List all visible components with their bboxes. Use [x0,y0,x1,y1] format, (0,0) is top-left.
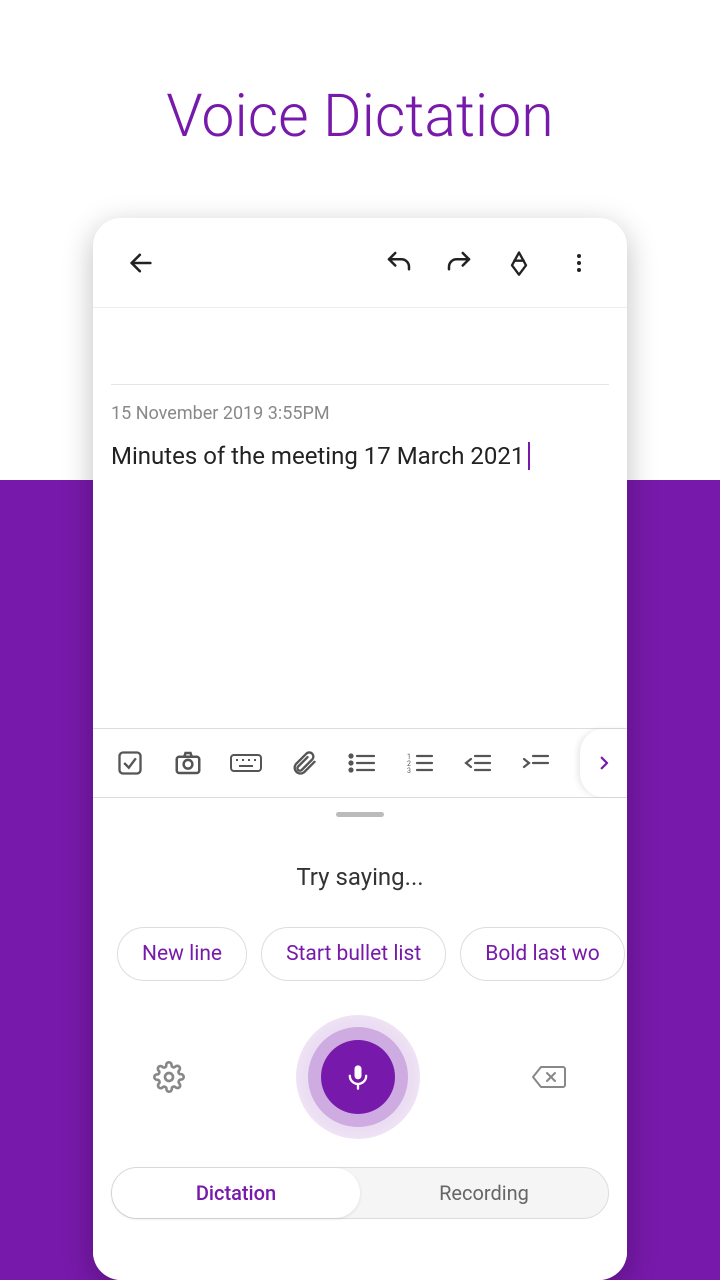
numbered-list-tool[interactable]: 123 [391,738,449,788]
pen-icon [505,249,533,277]
indent-icon [521,751,551,775]
chevron-right-icon [595,754,613,772]
dictation-controls [93,1015,627,1139]
more-vertical-icon [567,251,591,275]
redo-button[interactable] [435,239,483,287]
svg-text:3: 3 [407,767,411,775]
drag-handle[interactable] [336,812,384,817]
more-button[interactable] [555,239,603,287]
try-saying-label: Try saying... [93,863,627,891]
bullet-list-tool[interactable] [333,738,391,788]
text-cursor [528,442,530,470]
chip-new-line[interactable]: New line [117,927,247,981]
camera-icon [173,748,203,778]
pen-button[interactable] [495,239,543,287]
dictation-panel: Try saying... New line Start bullet list… [93,798,627,1280]
tab-dictation[interactable]: Dictation [112,1168,360,1218]
note-text-content: Minutes of the meeting 17 March 2021 [111,442,524,470]
indent-tool[interactable] [507,738,565,788]
arrow-left-icon [127,249,155,277]
format-toolbar: 123 [93,728,627,798]
chip-start-bullet[interactable]: Start bullet list [261,927,446,981]
camera-tool[interactable] [159,738,217,788]
chip-bold-last[interactable]: Bold last wo [460,927,624,981]
backspace-icon [531,1063,567,1091]
bullet-list-icon [347,751,377,775]
microphone-icon [344,1063,372,1091]
keyboard-tool[interactable] [217,738,275,788]
redo-icon [444,248,474,278]
outdent-tool[interactable] [449,738,507,788]
undo-button[interactable] [375,239,423,287]
backspace-button[interactable] [531,1063,567,1091]
paperclip-icon [290,749,318,777]
page-title: Voice Dictation [0,0,720,151]
note-body[interactable]: Minutes of the meeting 17 March 2021 [93,424,627,470]
suggestion-chips: New line Start bullet list Bold last wo [93,927,627,981]
phone-mockup: 15 November 2019 3:55PM Minutes of the m… [93,218,627,1280]
keyboard-icon [229,751,263,775]
mode-tabs: Dictation Recording [111,1167,609,1219]
numbered-list-icon: 123 [405,751,435,775]
checkbox-icon [116,749,144,777]
tab-recording[interactable]: Recording [360,1168,608,1218]
note-timestamp: 15 November 2019 3:55PM [111,384,609,424]
settings-button[interactable] [153,1061,185,1093]
outdent-icon [463,751,493,775]
toolbar-expand[interactable] [579,729,627,797]
back-button[interactable] [117,239,165,287]
app-topbar [93,218,627,308]
mic-button[interactable] [296,1015,420,1139]
gear-icon [153,1061,185,1093]
checkbox-tool[interactable] [101,738,159,788]
undo-icon [384,248,414,278]
attach-tool[interactable] [275,738,333,788]
